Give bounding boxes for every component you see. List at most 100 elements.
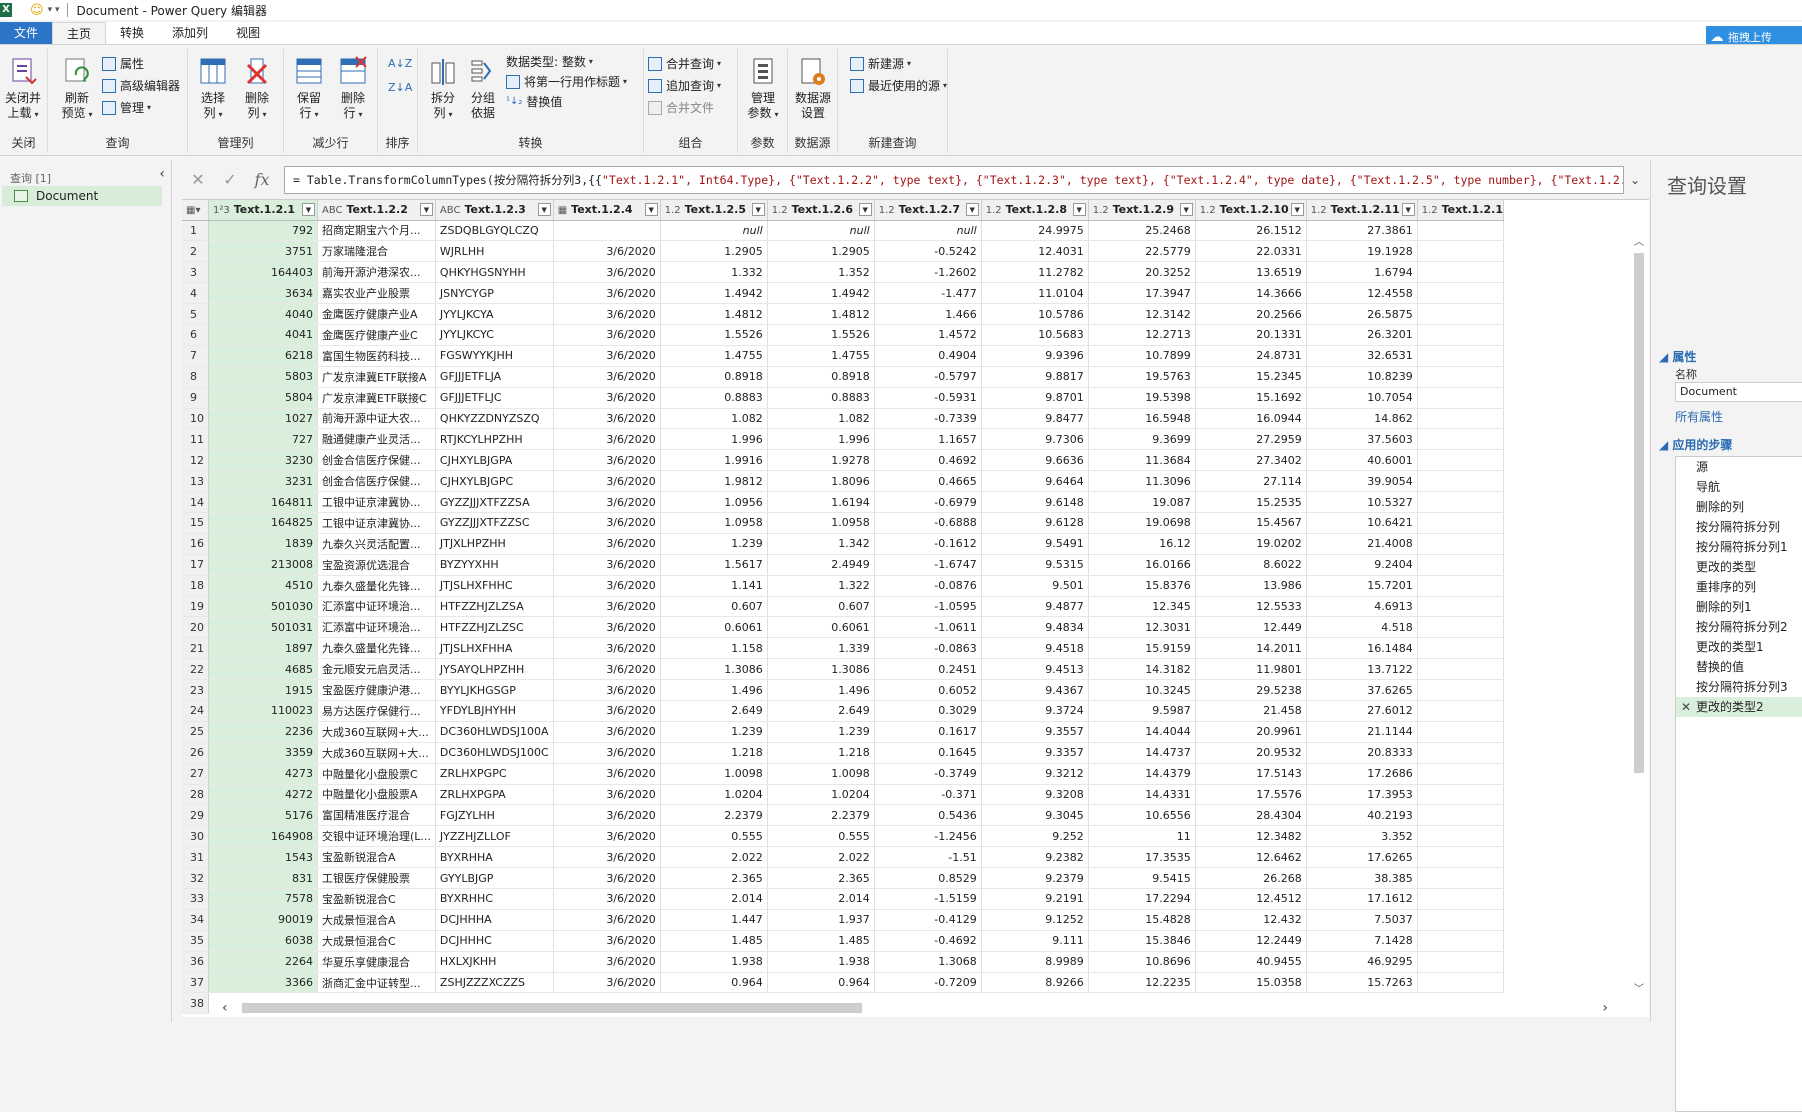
table-cell[interactable]: 3634 bbox=[208, 282, 318, 305]
table-cell[interactable]: 4041 bbox=[208, 324, 318, 346]
table-cell[interactable]: 3/6/2020 bbox=[553, 679, 661, 701]
table-cell[interactable]: 1.141 bbox=[660, 575, 768, 597]
row-number[interactable]: 4 bbox=[182, 282, 209, 305]
table-cell[interactable]: 2.365 bbox=[660, 867, 768, 889]
table-cell[interactable]: 15.4567 bbox=[1195, 512, 1307, 534]
table-cell[interactable]: 22.0331 bbox=[1195, 240, 1307, 263]
table-cell[interactable]: 4685 bbox=[208, 658, 318, 681]
table-cell-overflow[interactable] bbox=[1417, 220, 1504, 242]
table-cell[interactable]: 9.2382 bbox=[981, 846, 1089, 869]
filter-dropdown-icon[interactable]: ▼ bbox=[419, 203, 433, 216]
table-cell[interactable]: 19.5763 bbox=[1088, 366, 1196, 388]
table-row[interactable]: 9 5804 广发京津冀ETF联接C GFJJJETFLJC 3/6/2020 0.888… bbox=[182, 387, 1504, 409]
table-cell[interactable]: 9.6128 bbox=[981, 512, 1089, 534]
table-cell[interactable]: 164825 bbox=[208, 512, 318, 534]
row-number[interactable]: 11 bbox=[182, 428, 209, 451]
applied-step-item[interactable]: 按分隔符拆分列2 bbox=[1676, 617, 1802, 637]
table-cell[interactable]: -0.7209 bbox=[874, 972, 982, 994]
table-cell[interactable]: -0.5242 bbox=[874, 240, 982, 263]
table-cell[interactable]: -0.1612 bbox=[874, 533, 982, 555]
formula-input[interactable]: = Table.TransformColumnTypes(按分隔符拆分列3,{{… bbox=[284, 166, 1624, 194]
table-cell[interactable]: 0.964 bbox=[767, 972, 875, 994]
table-cell[interactable]: 11 bbox=[1088, 825, 1196, 848]
table-cell[interactable]: 0.8883 bbox=[767, 387, 875, 409]
table-cell[interactable]: 1.239 bbox=[660, 721, 768, 743]
row-number[interactable]: 25 bbox=[182, 721, 209, 743]
table-cell[interactable]: 20.8333 bbox=[1306, 742, 1418, 764]
tab-home[interactable]: 主页 bbox=[52, 22, 107, 44]
table-cell[interactable]: 17.3947 bbox=[1088, 282, 1196, 305]
table-cell[interactable]: 38.385 bbox=[1306, 867, 1418, 889]
table-cell[interactable]: 14.4379 bbox=[1088, 763, 1196, 785]
table-cell-overflow[interactable] bbox=[1417, 763, 1504, 785]
table-cell[interactable]: ZRLHXPGPA bbox=[435, 784, 554, 806]
table-cell[interactable]: 融通健康产业灵活... bbox=[317, 428, 436, 451]
table-cell[interactable]: 25.2468 bbox=[1088, 220, 1196, 242]
applied-step-item[interactable]: 重排序的列 bbox=[1676, 577, 1802, 597]
table-cell[interactable]: 17.5143 bbox=[1195, 763, 1307, 785]
table-cell[interactable]: 10.5786 bbox=[981, 303, 1089, 325]
table-cell[interactable]: 9.252 bbox=[981, 825, 1089, 848]
table-row[interactable]: 14 164811 工银中证京津冀协... GYZZJJJXTFZZSA 3/6/202… bbox=[182, 491, 1504, 513]
table-cell[interactable]: JYSAYQLHPZHH bbox=[435, 658, 554, 681]
table-cell[interactable]: 12.2235 bbox=[1088, 972, 1196, 994]
table-row[interactable]: 30 164908 交银中证环境治理(L... JYZZHJZLLOF 3/6/2020… bbox=[182, 825, 1504, 848]
table-cell[interactable]: 2236 bbox=[208, 721, 318, 743]
table-cell[interactable]: 1.996 bbox=[660, 428, 768, 451]
row-number[interactable]: 13 bbox=[182, 470, 209, 493]
smiley-icon[interactable]: ☺ bbox=[30, 3, 44, 18]
table-cell[interactable]: 前海开源中证大农... bbox=[317, 408, 436, 430]
table-row[interactable]: 5 4040 金鹰医疗健康产业A JYYLJKCYA 3/6/2020 1.4812 1.4… bbox=[182, 303, 1504, 325]
table-cell[interactable]: 26.1512 bbox=[1195, 220, 1307, 242]
table-cell[interactable]: 4.6913 bbox=[1306, 596, 1418, 618]
table-cell[interactable]: 14.2011 bbox=[1195, 637, 1307, 660]
table-cell-overflow[interactable] bbox=[1417, 282, 1504, 305]
table-cell-overflow[interactable] bbox=[1417, 240, 1504, 263]
table-cell[interactable]: 13.986 bbox=[1195, 575, 1307, 597]
table-cell[interactable]: 11.3096 bbox=[1088, 470, 1196, 493]
scroll-down-icon[interactable]: ﹀ bbox=[1632, 980, 1646, 995]
table-cell[interactable]: 九泰久兴灵活配置... bbox=[317, 533, 436, 555]
table-cell[interactable]: 4272 bbox=[208, 784, 318, 806]
table-cell[interactable]: 22.5779 bbox=[1088, 240, 1196, 263]
table-cell[interactable]: JYYLJKCYA bbox=[435, 303, 554, 325]
row-number[interactable]: 29 bbox=[182, 804, 209, 827]
table-cell[interactable]: 万家瑞隆混合 bbox=[317, 240, 436, 263]
table-cell-overflow[interactable] bbox=[1417, 888, 1504, 910]
table-cell-overflow[interactable] bbox=[1417, 972, 1504, 994]
scroll-left-icon[interactable]: ‹ bbox=[222, 1000, 228, 1016]
table-cell[interactable]: 10.5327 bbox=[1306, 491, 1418, 513]
table-cell[interactable]: 15.3846 bbox=[1088, 930, 1196, 952]
table-cell[interactable]: 1.4812 bbox=[660, 303, 768, 325]
table-cell[interactable]: 交银中证环境治理(L... bbox=[317, 825, 436, 848]
table-cell[interactable]: 1.938 bbox=[767, 951, 875, 973]
table-cell[interactable]: 14.4044 bbox=[1088, 721, 1196, 743]
row-number[interactable]: 27 bbox=[182, 763, 209, 785]
table-cell-overflow[interactable] bbox=[1417, 345, 1504, 367]
table-cell[interactable]: 2.365 bbox=[767, 867, 875, 889]
table-row[interactable]: 2 3751 万家瑞隆混合 WJRLHH 3/6/2020 1.2905 1.2905 -0.… bbox=[182, 240, 1504, 263]
column-type-icon[interactable]: 1²3 bbox=[213, 205, 230, 216]
table-cell[interactable]: -0.3749 bbox=[874, 763, 982, 785]
table-cell[interactable]: -1.2602 bbox=[874, 261, 982, 284]
table-cell[interactable]: 广发京津冀ETF联接C bbox=[317, 387, 436, 409]
table-cell[interactable]: 创金合信医疗保健... bbox=[317, 449, 436, 472]
table-cell[interactable]: 0.4692 bbox=[874, 449, 982, 472]
table-cell[interactable]: 1.5526 bbox=[660, 324, 768, 346]
table-cell[interactable]: 9.8817 bbox=[981, 366, 1089, 388]
table-cell[interactable]: 0.8918 bbox=[660, 366, 768, 388]
table-cell[interactable]: 14.862 bbox=[1306, 408, 1418, 430]
table-cell[interactable]: GFJJJETFLJC bbox=[435, 387, 554, 409]
table-cell[interactable]: 1.082 bbox=[660, 408, 768, 430]
table-cell[interactable]: 19.1928 bbox=[1306, 240, 1418, 263]
data-source-settings-button[interactable]: 数据源 设置 bbox=[792, 55, 834, 121]
table-cell[interactable]: 1.3086 bbox=[767, 658, 875, 681]
table-cell[interactable]: 1.4572 bbox=[874, 324, 982, 346]
applied-step-item[interactable]: 更改的类型 bbox=[1676, 557, 1802, 577]
table-cell[interactable]: 14.4331 bbox=[1088, 784, 1196, 806]
table-cell[interactable]: 17.2686 bbox=[1306, 763, 1418, 785]
table-cell[interactable]: 17.5576 bbox=[1195, 784, 1307, 806]
column-type-icon[interactable]: ABC bbox=[440, 205, 461, 216]
table-cell[interactable]: null bbox=[874, 220, 982, 242]
sort-descending-button[interactable]: Z↓A bbox=[388, 81, 412, 94]
